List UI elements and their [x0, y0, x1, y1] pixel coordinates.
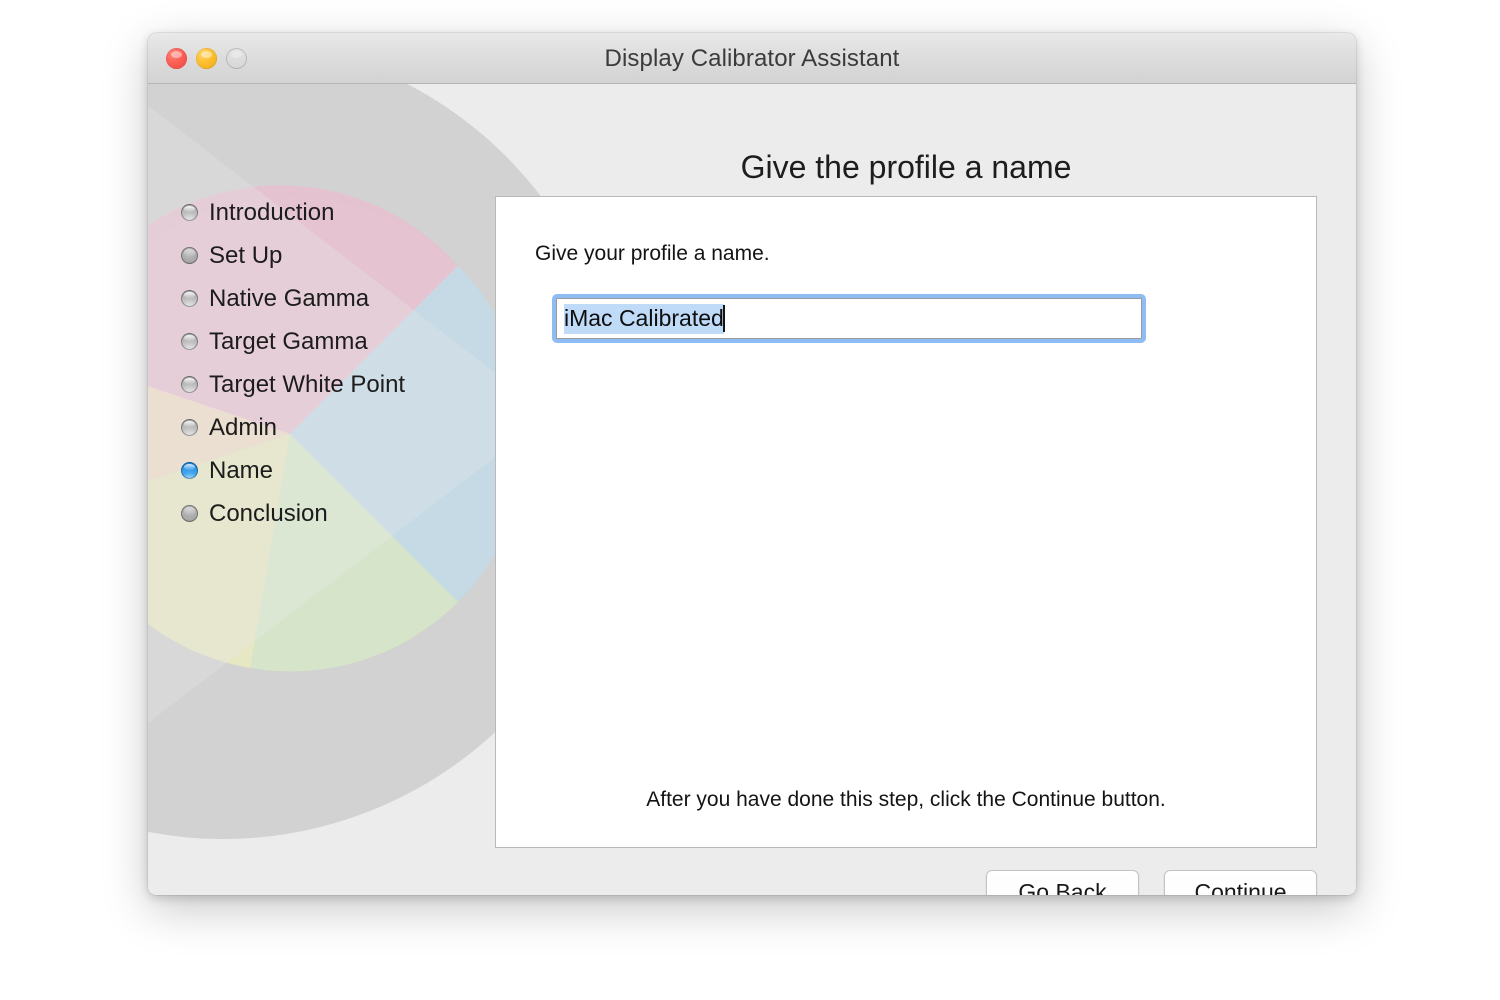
instruction-text: Give your profile a name. — [535, 242, 770, 265]
action-button-row: Go Back Continue — [986, 870, 1317, 895]
step-indicator-icon — [181, 505, 198, 522]
sidebar-item-set-up[interactable]: Set Up — [181, 234, 511, 277]
text-caret — [722, 305, 725, 332]
display-calibrator-window: Display Calibrator Assistant Give the pr… — [148, 33, 1356, 895]
page-title: Give the profile a name — [740, 149, 1072, 185]
step-list: Introduction Set Up Native Gamma Target … — [181, 191, 511, 535]
step-indicator-current-icon — [181, 462, 198, 479]
window-title: Display Calibrator Assistant — [604, 45, 900, 72]
sidebar-item-conclusion[interactable]: Conclusion — [181, 492, 511, 535]
footnote-text: After you have done this step, click the… — [646, 788, 1166, 811]
sidebar-item-introduction[interactable]: Introduction — [181, 191, 511, 234]
step-label: Conclusion — [209, 499, 328, 527]
step-indicator-icon — [181, 247, 198, 264]
window-body: Give the profile a name Introduction Set… — [148, 84, 1356, 895]
step-label: Set Up — [209, 241, 283, 269]
profile-name-field-focus-ring: iMac Calibrated — [552, 294, 1146, 343]
go-back-button[interactable]: Go Back — [986, 870, 1139, 895]
continue-button[interactable]: Continue — [1164, 870, 1317, 895]
step-label: Native Gamma — [209, 284, 370, 312]
profile-name-input[interactable]: iMac Calibrated — [556, 298, 1142, 339]
step-label: Target Gamma — [209, 327, 368, 355]
sidebar-item-admin[interactable]: Admin — [181, 406, 511, 449]
sidebar-item-native-gamma[interactable]: Native Gamma — [181, 277, 511, 320]
sidebar-item-target-gamma[interactable]: Target Gamma — [181, 320, 511, 363]
step-label: Target White Point — [209, 370, 406, 398]
step-label: Introduction — [209, 198, 335, 226]
step-label: Admin — [209, 413, 278, 441]
content-panel: Give your profile a name. iMac Calibrate… — [495, 196, 1317, 848]
step-indicator-icon — [181, 333, 198, 350]
sidebar-item-name[interactable]: Name — [181, 449, 511, 492]
profile-name-value: iMac Calibrated — [564, 303, 724, 334]
step-indicator-icon — [181, 376, 198, 393]
step-label: Name — [209, 456, 274, 484]
step-indicator-icon — [181, 290, 198, 307]
window-titlebar: Display Calibrator Assistant — [148, 33, 1356, 84]
desktop-background: Display Calibrator Assistant Give the pr… — [0, 0, 1500, 1000]
step-indicator-icon — [181, 419, 198, 436]
sidebar-item-target-white-point[interactable]: Target White Point — [181, 363, 511, 406]
step-indicator-icon — [181, 204, 198, 221]
